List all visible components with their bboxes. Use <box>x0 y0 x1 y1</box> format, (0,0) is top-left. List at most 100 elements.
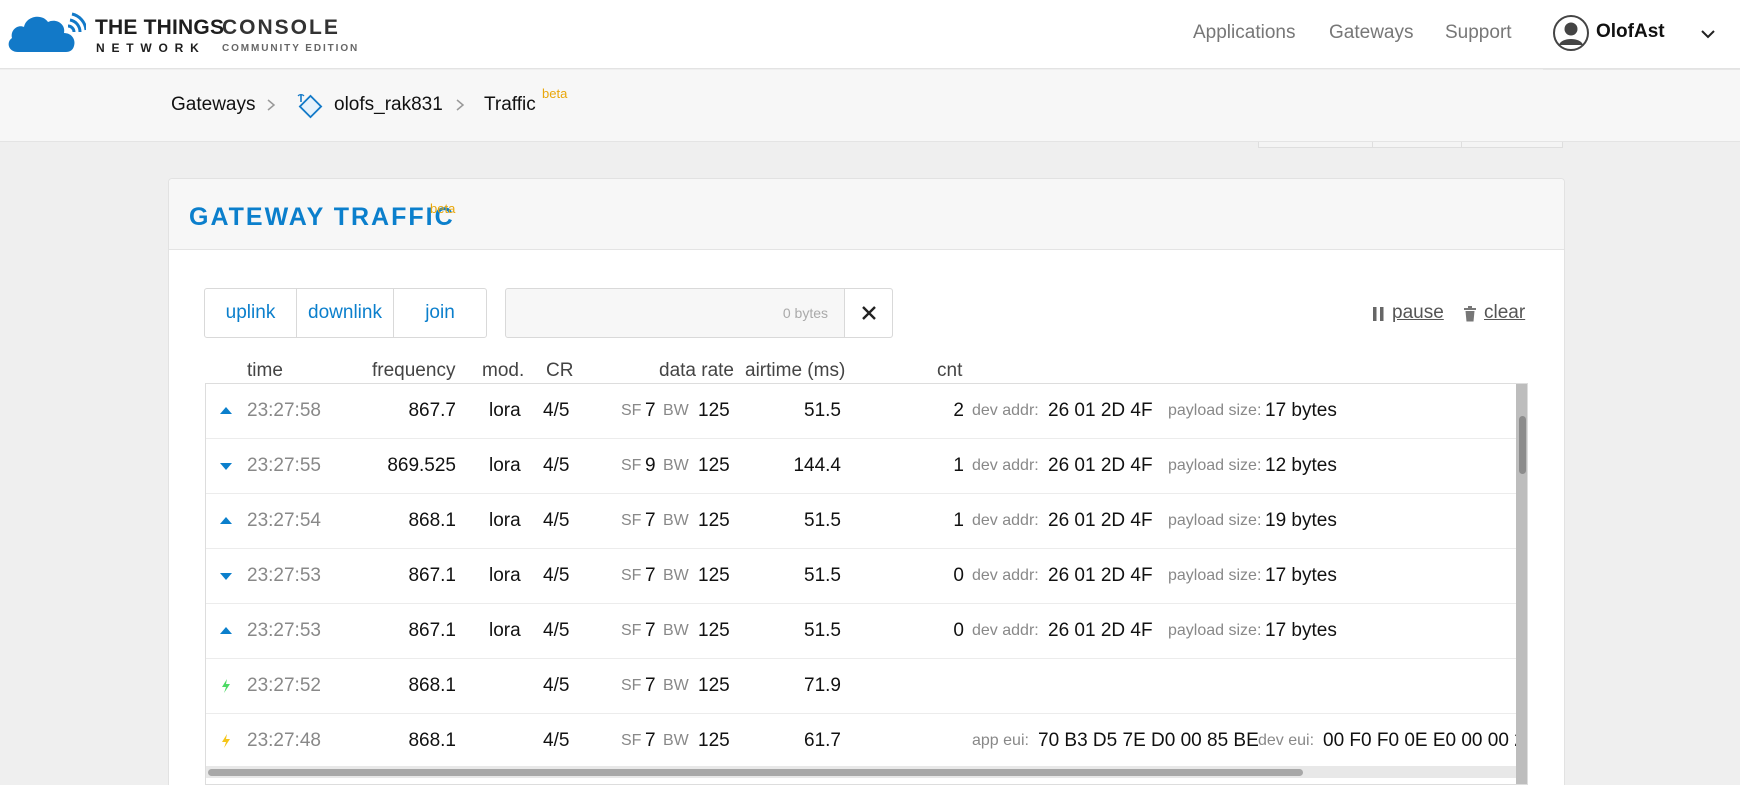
table-row[interactable]: 23:27:54 868.1 lora 4/5 SF 7 BW 125 51.5 1 dev add… <box>206 494 1516 549</box>
cell-payload-size: 17 bytes <box>1265 400 1337 421</box>
pause-icon[interactable] <box>1372 306 1386 322</box>
nav-support[interactable]: Support <box>1445 22 1512 44</box>
horizontal-scroll-thumb[interactable] <box>208 769 1303 776</box>
sf-label: SF <box>621 677 642 694</box>
avatar-icon[interactable] <box>1553 15 1589 51</box>
cell-coding-rate: 4/5 <box>543 455 570 476</box>
dev-addr-label: dev addr: <box>972 567 1039 584</box>
cell-airtime: 61.7 <box>804 730 841 751</box>
cell-app-eui: 70 B3 D5 7E D0 00 85 BE <box>1038 730 1259 751</box>
table-row[interactable]: 23:27:58 867.7 lora 4/5 SF 7 BW 125 51.5 2 dev add… <box>206 384 1516 439</box>
cell-spreading-factor: 9 <box>645 455 656 476</box>
sf-label: SF <box>621 402 642 419</box>
bw-label: BW <box>663 622 689 639</box>
bw-label: BW <box>663 512 689 529</box>
arrow-down-icon <box>220 463 232 470</box>
beta-badge: beta <box>542 86 568 101</box>
brand-name[interactable]: THE THINGS NETWORK <box>95 17 224 54</box>
cell-airtime: 51.5 <box>804 620 841 641</box>
table-row[interactable]: 23:27:48 868.1 4/5 SF 7 BW 125 61.7 app eui: 70 B… <box>206 714 1527 769</box>
cell-count: 1 <box>953 455 964 476</box>
brand-line1: THE THINGS <box>95 16 225 39</box>
arrow-up-icon <box>220 407 232 414</box>
chevron-down-icon[interactable] <box>1700 26 1716 42</box>
cell-airtime: 71.9 <box>804 675 841 696</box>
cell-time: 23:27:53 <box>247 620 321 641</box>
panel-title: GATEWAY TRAFFIC <box>189 203 455 231</box>
cell-modulation: lora <box>489 620 521 641</box>
nav-applications[interactable]: Applications <box>1193 22 1295 44</box>
table-row[interactable]: 23:27:53 867.1 lora 4/5 SF 7 BW 125 51.5 0 dev add… <box>206 549 1516 604</box>
cell-spreading-factor: 7 <box>645 400 656 421</box>
col-coding-rate: CR <box>546 360 574 381</box>
cell-bandwidth: 125 <box>698 730 730 751</box>
cell-modulation: lora <box>489 400 521 421</box>
top-header: THE THINGS NETWORK CONSOLE COMMUNITY EDI… <box>0 0 1740 70</box>
payload-filter: 0 bytes <box>505 288 893 338</box>
nav-gateways[interactable]: Gateways <box>1329 22 1413 44</box>
cell-spreading-factor: 7 <box>645 510 656 531</box>
cell-count: 0 <box>953 620 964 641</box>
trash-icon[interactable] <box>1463 306 1477 322</box>
cell-dev-eui: 00 F0 F0 0E E0 00 00 2C <box>1323 730 1528 751</box>
cell-payload-size: 17 bytes <box>1265 620 1337 641</box>
join-filter-button[interactable]: join <box>394 289 486 337</box>
uplink-filter-button[interactable]: uplink <box>205 289 297 337</box>
cell-payload-size: 17 bytes <box>1265 565 1337 586</box>
table-row[interactable]: 23:27:55 869.525 lora 4/5 SF 9 BW 125 144.4 1 dev … <box>206 439 1516 494</box>
ttn-cloud-icon[interactable] <box>6 10 86 54</box>
arrow-down-icon <box>220 573 232 580</box>
cell-bandwidth: 125 <box>698 400 730 421</box>
col-airtime: airtime (ms) <box>745 360 846 381</box>
edition-label: COMMUNITY EDITION <box>222 43 360 54</box>
cell-payload-size: 12 bytes <box>1265 455 1337 476</box>
clear-button[interactable]: clear <box>1484 302 1525 324</box>
cell-bandwidth: 125 <box>698 510 730 531</box>
col-frequency: frequency <box>372 360 456 381</box>
bolt-icon <box>222 734 230 748</box>
close-icon <box>862 306 876 320</box>
breadcrumb-traffic: Traffic <box>484 94 536 115</box>
cell-frequency: 867.1 <box>408 565 456 586</box>
vertical-scroll-thumb[interactable] <box>1519 416 1526 474</box>
cell-time: 23:27:52 <box>247 675 321 696</box>
col-modulation: mod. <box>482 360 525 381</box>
arrow-up-icon <box>220 517 232 524</box>
cell-spreading-factor: 7 <box>645 675 656 696</box>
bw-label: BW <box>663 457 689 474</box>
payload-size-label: payload size: <box>1168 457 1262 474</box>
breadcrumb-gateways[interactable]: Gateways <box>171 94 255 116</box>
col-data-rate: data rate <box>659 360 734 381</box>
message-type-filter: uplink downlink join <box>204 288 487 338</box>
breadcrumb: Gateways olofs_rak831 Traffic beta <box>0 70 1740 142</box>
cell-frequency: 868.1 <box>408 675 456 696</box>
sf-label: SF <box>621 457 642 474</box>
table-row[interactable]: 23:27:53 867.1 lora 4/5 SF 7 BW 125 51.5 0 dev add… <box>206 604 1516 659</box>
console-label: CONSOLE <box>222 16 340 39</box>
clear-filter-button[interactable] <box>844 289 892 337</box>
payload-size-label: payload size: <box>1168 512 1262 529</box>
dev-addr-label: dev addr: <box>972 402 1039 419</box>
breadcrumb-gateway-id[interactable]: olofs_rak831 <box>334 94 443 116</box>
cell-airtime: 51.5 <box>804 510 841 531</box>
app-eui-label: app eui: <box>972 732 1029 749</box>
user-name[interactable]: OlofAst <box>1596 21 1665 43</box>
cell-bandwidth: 125 <box>698 455 730 476</box>
panel-header: GATEWAY TRAFFIC beta <box>169 179 1564 250</box>
downlink-filter-button[interactable]: downlink <box>297 289 394 337</box>
cell-count: 2 <box>953 400 964 421</box>
pause-button[interactable]: pause <box>1392 302 1444 324</box>
bw-label: BW <box>663 567 689 584</box>
cell-spreading-factor: 7 <box>645 620 656 641</box>
cell-bandwidth: 125 <box>698 565 730 586</box>
cell-bandwidth: 125 <box>698 675 730 696</box>
col-time: time <box>247 360 283 381</box>
table-row[interactable]: 23:27:52 868.1 4/5 SF 7 BW 125 71.9 <box>206 659 1516 714</box>
cell-frequency: 868.1 <box>408 510 456 531</box>
cell-frequency: 867.1 <box>408 620 456 641</box>
cell-airtime: 51.5 <box>804 400 841 421</box>
beta-badge: beta <box>430 201 456 216</box>
cell-count: 0 <box>953 565 964 586</box>
cell-coding-rate: 4/5 <box>543 620 570 641</box>
cell-time: 23:27:55 <box>247 455 321 476</box>
